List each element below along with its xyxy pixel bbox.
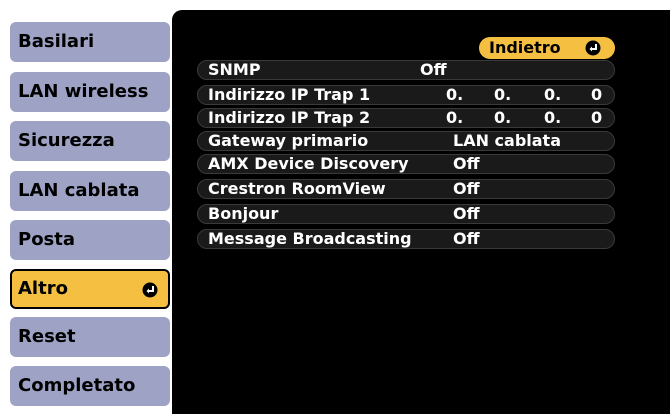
setting-value: Off [453, 179, 480, 198]
setting-label: Crestron RoomView [208, 179, 386, 198]
sidebar-item-lan-cablata[interactable]: LAN cablata [10, 171, 170, 211]
sidebar-item-posta[interactable]: Posta [10, 220, 170, 260]
setting-row-crestron[interactable]: Crestron RoomView Off [197, 179, 615, 199]
sidebar-item-label: LAN wireless [18, 81, 149, 102]
setting-label: Bonjour [208, 204, 279, 223]
setting-row-bonjour[interactable]: Bonjour Off [197, 204, 615, 224]
ip-octet-field[interactable]: 0 [591, 86, 602, 104]
sidebar-item-label: Reset [18, 326, 76, 347]
back-button-label: Indietro [489, 38, 561, 57]
enter-icon [585, 40, 601, 56]
setting-label: SNMP [208, 60, 261, 79]
setting-value: Off [453, 204, 480, 223]
ip-octet-field[interactable]: 0. [544, 109, 561, 127]
sidebar-item-label: Sicurezza [18, 130, 115, 151]
setting-row-snmp[interactable]: SNMP Off [197, 60, 615, 80]
setting-label: Indirizzo IP Trap 2 [208, 108, 371, 127]
setting-row-trap-ip-1[interactable]: Indirizzo IP Trap 1 0. 0. 0. 0 [197, 85, 615, 105]
setting-label: Message Broadcasting [208, 229, 412, 248]
setting-row-message-broadcasting[interactable]: Message Broadcasting Off [197, 229, 615, 249]
enter-icon [142, 282, 158, 298]
setting-value: Off [453, 154, 480, 173]
ip-octet-field[interactable]: 0. [494, 86, 511, 104]
setting-value: Off [420, 60, 447, 79]
setting-row-gateway[interactable]: Gateway primario LAN cablata [197, 131, 615, 151]
sidebar-item-altro[interactable]: Altro [10, 269, 170, 309]
setting-row-trap-ip-2[interactable]: Indirizzo IP Trap 2 0. 0. 0. 0 [197, 108, 615, 128]
setting-value: LAN cablata [453, 131, 561, 150]
sidebar-item-basilari[interactable]: Basilari [10, 22, 170, 62]
setting-row-amx[interactable]: AMX Device Discovery Off [197, 154, 615, 174]
sidebar-item-sicurezza[interactable]: Sicurezza [10, 121, 170, 161]
back-button[interactable]: Indietro [479, 37, 615, 59]
ip-octet-field[interactable]: 0. [544, 86, 561, 104]
sidebar-item-label: LAN cablata [18, 180, 140, 201]
setting-label: AMX Device Discovery [208, 154, 409, 173]
ip-octet-field[interactable]: 0. [494, 109, 511, 127]
setting-label: Indirizzo IP Trap 1 [208, 85, 371, 104]
setting-value: Off [453, 229, 480, 248]
ip-octet-field[interactable]: 0. [446, 86, 463, 104]
ip-octet-field[interactable]: 0 [591, 109, 602, 127]
sidebar-item-label: Altro [18, 278, 68, 299]
sidebar-item-label: Basilari [18, 31, 95, 52]
ip-octet-field[interactable]: 0. [446, 109, 463, 127]
sidebar-item-label: Posta [18, 229, 76, 250]
sidebar-item-lan-wireless[interactable]: LAN wireless [10, 72, 170, 112]
sidebar-item-label: Completato [18, 375, 136, 396]
setting-label: Gateway primario [208, 131, 369, 150]
sidebar-item-reset[interactable]: Reset [10, 317, 170, 357]
sidebar-item-completato[interactable]: Completato [10, 366, 170, 406]
